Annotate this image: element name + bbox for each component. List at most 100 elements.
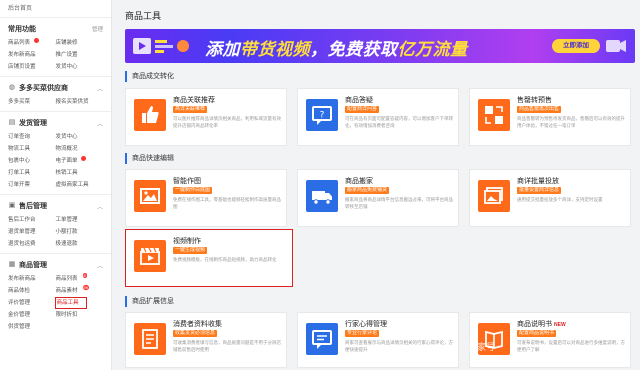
sidebar-item[interactable]: 限时折扣: [56, 310, 104, 320]
card-description: 搬家商品将商品详情平台信息搬运过来，可将平台商品转移至店铺: [345, 197, 453, 209]
sidebar-section-header[interactable]: ▦ 商品管理 ︿: [8, 259, 103, 271]
card-tag: 专业行家评论: [345, 330, 380, 337]
question-icon: ?: [306, 99, 338, 131]
card-description: 免费视频模板，在线制作商品短视频，助力商品转化: [173, 257, 277, 262]
tool-card-move-goods[interactable]: 商品搬家 搬家商品免费铺货 搬家商品将商品详情平台信息搬运过来，可将平台商品转移…: [297, 169, 459, 227]
chat-icon: [306, 323, 338, 355]
sidebar-item[interactable]: 虚拟商家工具: [56, 180, 104, 190]
sidebar-item[interactable]: 核销工具: [56, 168, 104, 178]
truck-icon: [306, 180, 338, 212]
sidebar-item[interactable]: 商品列表: [8, 38, 56, 48]
card-description: 商品售罄转为预售待发货商品，售罄后可以有效的提升用户体验，不错过任一笔订单: [517, 116, 625, 128]
sidebar-item[interactable]: 评价管理: [8, 298, 56, 308]
sidebar-section-header[interactable]: ▣ 售后管理 ︿: [8, 200, 103, 212]
main-content: 商品工具 添加带货视频，免费获取亿万流量 立即添加 商品成交转化 商品快速编辑 …: [120, 0, 640, 370]
sidebar-item[interactable]: 包裹中心: [8, 156, 56, 166]
section-title-quick-edit: 商品快速编辑: [125, 153, 174, 164]
card-title: 商详批量投放: [517, 178, 559, 185]
chevron-up-icon[interactable]: ︿: [97, 202, 103, 211]
sidebar-item[interactable]: 售后工作台: [8, 215, 56, 225]
sidebar-item[interactable]: 订单查询: [8, 132, 56, 142]
card-description: 可以图片推荐商品详情页相关商品，利用私域流量有效提升店铺内商品转化率: [173, 116, 281, 128]
sidebar-item[interactable]: 商品体检: [8, 286, 56, 296]
sidebar-item[interactable]: 商品列表 8: [56, 273, 104, 284]
card-description: 商家可查看展示与商品详情页相关的行家心得评论，方便快速提升: [345, 340, 453, 352]
card-tag: 高详关联推荐: [173, 106, 208, 113]
card-title: 商品关联推荐: [173, 97, 215, 104]
sidebar-item[interactable]: 店铺装修: [56, 38, 104, 48]
card-description: 可在商品有页面可配置答疑内容，可以增加客户下单转化，有效增加消费者咨询: [345, 116, 453, 128]
sidebar-section-aftersale: ▣ 售后管理 ︿ 售后工作台 工单管理 退货单管理 小额打款 退货包运费 极速退…: [0, 195, 111, 254]
sidebar-item[interactable]: 发布新商品: [8, 274, 56, 284]
document-icon: [134, 323, 166, 355]
sidebar-item[interactable]: 退货包运费: [8, 239, 56, 249]
notification-dot: [80, 156, 86, 161]
sidebar-item[interactable]: 推广设置: [56, 50, 104, 60]
tool-card-batch-detail[interactable]: 商详批量投放 批量设置商详信息 通用提交批量投放多个商详，支持定时设置: [469, 169, 631, 227]
sidebar-item[interactable]: 店铺页设置: [8, 62, 56, 72]
sidebar-item[interactable]: 发货中心: [56, 62, 104, 72]
sidebar-item[interactable]: 极速退款: [56, 239, 104, 249]
section-title: 发货管理: [19, 120, 47, 127]
sidebar-item[interactable]: 物流工具: [8, 144, 56, 154]
box-icon: ▦: [8, 261, 16, 268]
card-description: 可收集消费者填写信息，商品质量问题是不用于分辨店铺售前售后时使用: [173, 340, 281, 352]
sidebar-section-header[interactable]: 常用功能 管理: [8, 23, 103, 35]
sidebar-item[interactable]: 工单管理: [56, 215, 104, 225]
card-title: 智能作图: [173, 178, 201, 185]
card-title: 商品答疑: [345, 97, 373, 104]
count-badge: 99: [82, 285, 89, 290]
grid-swap-icon: [478, 99, 510, 131]
section-title: 多多买菜供应商: [19, 85, 68, 92]
sidebar-item[interactable]: 物流概况: [56, 144, 104, 154]
promo-banner[interactable]: 添加带货视频，免费获取亿万流量 立即添加: [125, 29, 635, 63]
tool-card-qa[interactable]: ? 商品答疑 配置商详问答 可在商品有页面可配置答疑内容，可以增加客户下单转化，…: [297, 88, 459, 146]
video-icon: [606, 40, 626, 52]
sidebar-item[interactable]: 金价管理: [8, 310, 56, 320]
sidebar-item[interactable]: 退货单管理: [8, 227, 56, 237]
sidebar: 后台首页 常用功能 管理 商品列表 店铺装修 发布新商品 推广设置 店铺页设置 …: [0, 0, 112, 370]
chevron-up-icon[interactable]: ︿: [97, 119, 103, 128]
sidebar-item[interactable]: 商品素材 99: [56, 285, 104, 296]
card-title: 售罄转预售: [517, 97, 552, 104]
sidebar-item-goods-tools[interactable]: 商品工具: [54, 297, 87, 309]
watermark: 百家号: [468, 342, 496, 352]
card-title: 行家心得管理: [345, 321, 387, 328]
sidebar-item[interactable]: 报名买菜供货: [56, 97, 104, 107]
sidebar-item[interactable]: 打单工具: [8, 168, 56, 178]
section-title-conversion: 商品成交转化: [125, 71, 174, 82]
sidebar-item[interactable]: 电子面单: [56, 156, 104, 166]
card-title: 商品说明书 NEW: [517, 321, 566, 328]
card-description: 可发布说明书，设置后可以对商品进行多维度说明，方便用户了解: [517, 340, 625, 352]
sidebar-item[interactable]: 小额打款: [56, 227, 104, 237]
card-title: 消费者资料收集: [173, 321, 222, 328]
tool-card-video-make[interactable]: 视频制作 一键生成视频 免费视频模板，在线制作商品短视频，助力商品转化: [125, 229, 293, 287]
tool-card-consumer-info[interactable]: 消费者资料收集 收集发货必须信息 可收集消费者填写信息，商品质量问题是不用于分辨…: [125, 312, 287, 368]
sidebar-section-header[interactable]: ◍ 多多买菜供应商 ︿: [8, 82, 103, 94]
image-stack-icon: [478, 180, 510, 212]
tool-card-smart-image[interactable]: 智能作图 一键制作白底图 免费在线作图工具，零基础也能够轻松制作高质量商品图: [125, 169, 287, 227]
sidebar-item[interactable]: 发布新商品: [8, 50, 56, 60]
thumbs-up-icon: [134, 99, 166, 131]
tool-card-related-recommend[interactable]: 商品关联推荐 高详关联推荐 可以图片推荐商品详情页相关商品，利用私域流量有效提升…: [125, 88, 287, 146]
card-title: 商品搬家: [345, 178, 373, 185]
sidebar-section-veg: ◍ 多多买菜供应商 ︿ 多多买菜 报名买菜供货: [0, 77, 111, 112]
card-tag: 商品售罄再次出售: [517, 106, 562, 113]
sidebar-item[interactable]: 供货管理: [8, 322, 56, 332]
sidebar-home-link[interactable]: 后台首页: [0, 0, 111, 18]
sidebar-item[interactable]: 发货中心: [56, 132, 104, 142]
new-badge: NEW: [554, 322, 566, 328]
sidebar-section-common: 常用功能 管理 商品列表 店铺装修 发布新商品 推广设置 店铺页设置 发货中心: [0, 18, 111, 77]
sidebar-item[interactable]: 订单开票: [8, 180, 56, 190]
chevron-up-icon[interactable]: ︿: [97, 261, 103, 270]
page-title: 商品工具: [125, 11, 162, 21]
sidebar-section-header[interactable]: ▤ 发货管理 ︿: [8, 117, 103, 129]
chevron-up-icon[interactable]: ︿: [97, 84, 103, 93]
sidebar-item[interactable]: 多多买菜: [8, 97, 56, 107]
card-tag: 一键生成视频: [173, 247, 208, 254]
section-title: 商品管理: [19, 262, 47, 269]
add-now-button[interactable]: 立即添加: [552, 39, 600, 53]
tool-card-expert-review[interactable]: 行家心得管理 专业行家评论 商家可查看展示与商品详情页相关的行家心得评论，方便快…: [297, 312, 459, 368]
tool-card-presale[interactable]: 售罄转预售 商品售罄再次出售 商品售罄转为预售待发货商品，售罄后可以有效的提升用…: [469, 88, 631, 146]
manage-link[interactable]: 管理: [92, 25, 103, 33]
